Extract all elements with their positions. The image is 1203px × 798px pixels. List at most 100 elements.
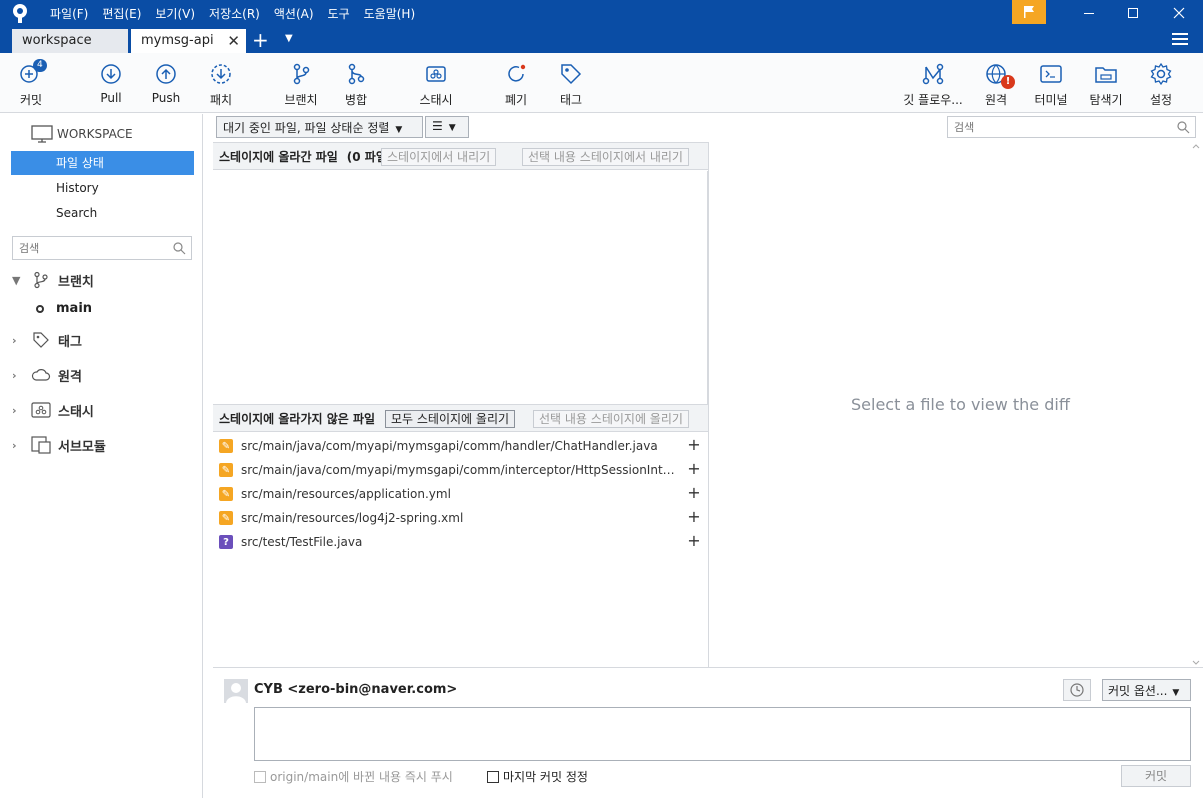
terminal-button[interactable]: 터미널 bbox=[1023, 61, 1079, 108]
sidebar-item-history[interactable]: History bbox=[11, 176, 194, 200]
discard-button[interactable]: 폐기 bbox=[488, 61, 544, 108]
submodules-group[interactable]: › 서브모듈 bbox=[0, 433, 203, 457]
stage-file-plus-icon[interactable]: + bbox=[685, 508, 703, 526]
commit-history-button[interactable] bbox=[1063, 679, 1091, 701]
branch-button[interactable]: 브랜치 bbox=[273, 61, 329, 108]
settings-label: 설정 bbox=[1149, 93, 1173, 107]
stashes-group[interactable]: › 스태시 bbox=[0, 398, 203, 422]
checkbox-box[interactable] bbox=[487, 770, 499, 783]
maximize-icon bbox=[1128, 8, 1138, 18]
unstaged-file-row[interactable]: ✎ src/main/resources/application.yml + bbox=[219, 482, 707, 506]
tag-icon bbox=[30, 331, 52, 349]
modified-file-icon: ✎ bbox=[219, 487, 233, 501]
sidebar-search-input[interactable] bbox=[13, 237, 163, 259]
minimize-button[interactable] bbox=[1066, 0, 1112, 26]
tag-icon bbox=[561, 64, 582, 85]
file-path: src/main/resources/log4j2-spring.xml bbox=[241, 511, 464, 525]
discard-label: 폐기 bbox=[504, 93, 528, 107]
file-search-input[interactable] bbox=[948, 117, 1168, 137]
push-immediately-label: origin/main에 바뀐 내용 즉시 푸시 bbox=[270, 770, 453, 784]
modified-file-icon: ✎ bbox=[219, 463, 233, 477]
stage-file-plus-icon[interactable]: + bbox=[685, 436, 703, 454]
stage-file-plus-icon[interactable]: + bbox=[685, 532, 703, 550]
close-window-button[interactable] bbox=[1156, 0, 1202, 26]
menu-help[interactable]: 도움말(H) bbox=[357, 5, 423, 22]
fetch-icon bbox=[211, 64, 231, 84]
commit-toolbar-button[interactable]: 4 커밋 bbox=[3, 59, 59, 108]
workspace-title: WORKSPACE bbox=[57, 127, 133, 141]
stash-button[interactable]: 스태시 bbox=[408, 61, 464, 108]
menu-actions[interactable]: 액션(A) bbox=[267, 5, 321, 22]
tab-label: mymsg-api bbox=[141, 33, 214, 48]
remote-button[interactable]: ! 원격 bbox=[968, 61, 1024, 108]
tags-label: 태그 bbox=[58, 334, 82, 350]
stage-selected-button[interactable]: 선택 내용 스테이지에 올리기 bbox=[533, 410, 689, 428]
file-path: src/main/resources/application.yml bbox=[241, 487, 451, 501]
sidebar-search-field[interactable] bbox=[12, 236, 192, 260]
diff-scrollbar[interactable] bbox=[1191, 142, 1201, 667]
fetch-button[interactable]: 패치 bbox=[193, 61, 249, 108]
checkbox-box[interactable] bbox=[254, 770, 266, 783]
chevron-right-icon[interactable]: › bbox=[12, 404, 30, 417]
menu-tools[interactable]: 도구 bbox=[321, 5, 357, 22]
push-immediately-checkbox[interactable]: origin/main에 바뀐 내용 즉시 푸시 bbox=[254, 768, 453, 785]
unstaged-file-row[interactable]: ? src/test/TestFile.java + bbox=[219, 530, 707, 554]
unstage-selected-button[interactable]: 선택 내용 스테이지에서 내리기 bbox=[522, 148, 689, 166]
unstaged-file-row[interactable]: ✎ src/main/java/com/myapi/mymsgapi/comm/… bbox=[219, 434, 707, 458]
tags-group[interactable]: › 태그 bbox=[0, 328, 203, 352]
stash-label: 스태시 bbox=[419, 93, 453, 107]
search-icon bbox=[173, 242, 186, 255]
stashes-label: 스태시 bbox=[58, 404, 94, 420]
pull-button[interactable]: Pull bbox=[83, 61, 139, 105]
branch-icon bbox=[30, 271, 52, 289]
file-search-field[interactable] bbox=[947, 116, 1196, 138]
branch-main[interactable]: main bbox=[36, 301, 92, 316]
add-tab-button[interactable]: + bbox=[252, 30, 269, 50]
tab-workspace[interactable]: workspace bbox=[12, 29, 128, 53]
stage-all-button[interactable]: 모두 스테이지에 올리기 bbox=[385, 410, 516, 428]
commit-message-input[interactable] bbox=[254, 707, 1191, 761]
unstaged-file-row[interactable]: ✎ src/main/java/com/myapi/mymsgapi/comm/… bbox=[219, 458, 707, 482]
tab-dropdown-icon[interactable]: ▼ bbox=[285, 33, 293, 44]
sourcetree-window: 파일(F) 편집(E) 보기(V) 저장소(R) 액션(A) 도구 도움말(H)… bbox=[0, 0, 1203, 798]
tab-mymsg-api[interactable]: mymsg-api ✕ bbox=[131, 29, 246, 53]
stage-file-plus-icon[interactable]: + bbox=[685, 484, 703, 502]
chevron-down-icon[interactable]: ▼ bbox=[12, 274, 30, 287]
tag-button[interactable]: 태그 bbox=[543, 61, 599, 108]
flag-button[interactable] bbox=[1012, 0, 1046, 24]
menu-edit[interactable]: 편집(E) bbox=[95, 5, 148, 22]
merge-label: 병합 bbox=[344, 93, 368, 107]
tab-close-icon[interactable]: ✕ bbox=[227, 32, 240, 50]
settings-button[interactable]: 설정 bbox=[1133, 61, 1189, 108]
unstaged-file-row[interactable]: ✎ src/main/resources/log4j2-spring.xml + bbox=[219, 506, 707, 530]
menu-repository[interactable]: 저장소(R) bbox=[202, 5, 267, 22]
chevron-right-icon[interactable]: › bbox=[12, 334, 30, 347]
title-bar: 파일(F) 편집(E) 보기(V) 저장소(R) 액션(A) 도구 도움말(H) bbox=[0, 0, 1203, 26]
hamburger-menu-icon[interactable] bbox=[1172, 33, 1188, 45]
submodule-icon bbox=[30, 436, 52, 454]
menu-bar: 파일(F) 편집(E) 보기(V) 저장소(R) 액션(A) 도구 도움말(H) bbox=[43, 5, 422, 22]
commit-button[interactable]: 커밋 bbox=[1121, 765, 1191, 787]
chevron-right-icon[interactable]: › bbox=[12, 439, 30, 452]
amend-last-commit-checkbox[interactable]: 마지막 커밋 정정 bbox=[487, 768, 588, 785]
explorer-button[interactable]: 탐색기 bbox=[1078, 61, 1134, 108]
menu-view[interactable]: 보기(V) bbox=[148, 5, 202, 22]
maximize-button[interactable] bbox=[1110, 0, 1156, 26]
sidebar-item-file-status[interactable]: 파일 상태 bbox=[11, 151, 194, 175]
unstage-all-button[interactable]: 스테이지에서 내리기 bbox=[381, 148, 497, 166]
amend-label: 마지막 커밋 정정 bbox=[503, 770, 588, 784]
stage-file-plus-icon[interactable]: + bbox=[685, 460, 703, 478]
remotes-group[interactable]: › 원격 bbox=[0, 363, 203, 387]
menu-file[interactable]: 파일(F) bbox=[43, 5, 95, 22]
remote-alert-icon: ! bbox=[1001, 75, 1015, 89]
git-flow-button[interactable]: 깃 플로우... bbox=[903, 61, 963, 108]
staged-title: 스테이지에 올라간 파일 bbox=[219, 149, 338, 164]
commit-options-dropdown[interactable]: 커밋 옵션... ▼ bbox=[1102, 679, 1191, 701]
push-button[interactable]: Push bbox=[138, 61, 194, 105]
tag-label: 태그 bbox=[559, 93, 583, 107]
merge-button[interactable]: 병합 bbox=[328, 61, 384, 108]
remotes-label: 원격 bbox=[58, 369, 82, 385]
chevron-right-icon[interactable]: › bbox=[12, 369, 30, 382]
sidebar-item-search[interactable]: Search bbox=[11, 201, 194, 225]
branches-group[interactable]: ▼ 브랜치 bbox=[0, 268, 203, 292]
